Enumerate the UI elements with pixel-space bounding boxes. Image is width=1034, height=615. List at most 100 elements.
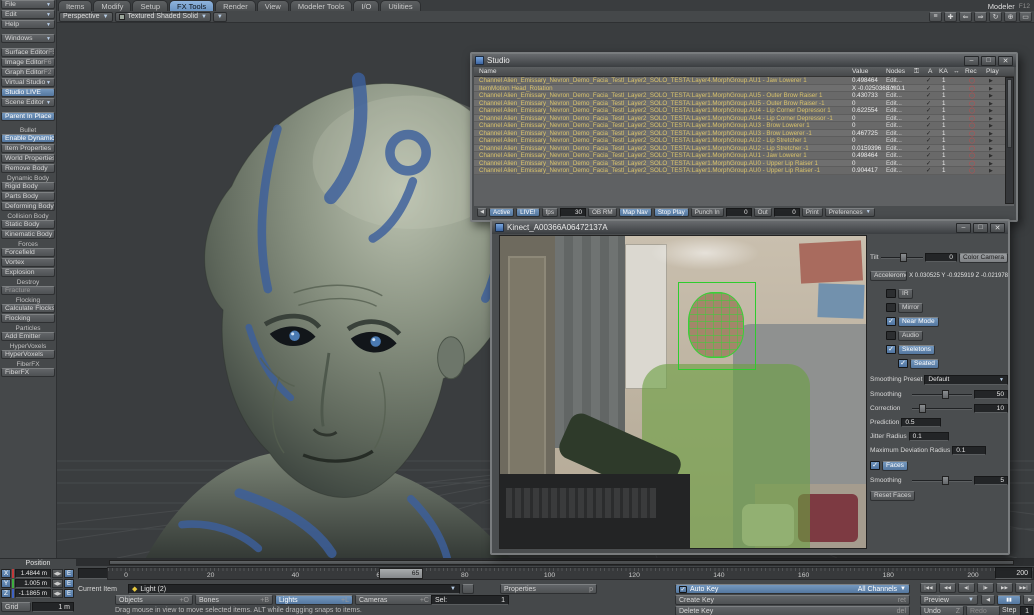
studio-print-button[interactable]: Print (802, 208, 823, 217)
channel-nodes-edit[interactable]: Edit... (886, 85, 902, 92)
channel-nodes-edit[interactable]: Edit... (886, 92, 902, 99)
go-end-button[interactable]: ▶▶| (1015, 583, 1032, 593)
channel-nodes-edit[interactable]: Edit... (886, 152, 902, 159)
faces-smoothing-value-field[interactable]: 5 (974, 476, 1008, 485)
properties-button[interactable]: Properties p (500, 584, 597, 594)
sidebar-item-parts-body[interactable]: Parts Body (1, 192, 55, 201)
active-check-icon[interactable]: ✓ (926, 92, 931, 99)
sidebar-item-remove-body[interactable]: Remove Body (1, 164, 55, 173)
timeline-scroll-track[interactable] (57, 559, 1034, 566)
smoothing-value-field[interactable]: 50 (974, 390, 1008, 399)
sidebar-item-world-properties[interactable]: World Properties (1, 154, 55, 163)
channel-row[interactable]: Channel Alien_Emissary_Nevron_Demo_Facia… (474, 115, 1014, 123)
shading-mode-dropdown[interactable]: Textured Shaded Solid ▼ (115, 12, 211, 22)
pause-button[interactable]: ▮▮ (997, 595, 1021, 605)
lights-button[interactable]: Lights+L (275, 595, 353, 605)
shading-options-dropdown[interactable]: ▼ (213, 12, 227, 22)
tilt-slider[interactable] (881, 257, 923, 259)
sidebar-item-kinematic-body[interactable]: Kinematic Body (1, 230, 55, 239)
channel-nodes-edit[interactable]: Edit... (886, 107, 902, 114)
channel-nodes-edit[interactable]: Edit... (886, 115, 902, 122)
spinner-icon[interactable]: ◀▶ (52, 589, 63, 598)
timeline-ruler[interactable]: 02040608010012014016018020065 (107, 567, 1034, 580)
sidebar-item-parent-in-place[interactable]: Parent In Place (1, 112, 55, 121)
channel-row[interactable]: Channel Alien_Emissary_Nevron_Demo_Facia… (474, 100, 1014, 108)
faces-smoothing-slider[interactable] (912, 480, 972, 482)
menu-tab-setup[interactable]: Setup (132, 0, 168, 11)
modeler-button[interactable]: Modeler (988, 2, 1015, 11)
play-button[interactable]: ▶ (1023, 595, 1034, 605)
sidebar-menu-edit[interactable]: Edit▼ (1, 10, 55, 19)
create-key-button[interactable]: Create Key ret (675, 595, 910, 605)
channel-row[interactable]: Channel Alien_Emissary_Nevron_Demo_Facia… (474, 77, 1014, 85)
active-check-icon[interactable]: ✓ (926, 167, 931, 174)
skeletons-toggle[interactable]: Skeletons (898, 345, 935, 355)
sidebar-item-add-emitter[interactable]: Add Emitter (1, 332, 55, 341)
sidebar-item-hypervoxels[interactable]: HyperVoxels (1, 350, 55, 359)
delete-key-button[interactable]: Delete Key del (675, 606, 910, 615)
studio-titlebar[interactable]: Studio – □ ✕ (472, 54, 1016, 67)
menu-tab-fx-tools[interactable]: FX Tools (169, 0, 214, 11)
scroll-left-icon[interactable]: ◀ (477, 208, 487, 217)
channel-nodes-edit[interactable]: Edit... (886, 160, 902, 167)
pan-icon[interactable]: ✚ (944, 12, 957, 22)
next-frame-button[interactable]: |▶ (977, 583, 994, 593)
sidebar-menu-help[interactable]: Help▼ (1, 20, 55, 29)
menu-tab-i-o[interactable]: I/O (353, 0, 379, 11)
channel-row[interactable]: Channel Alien_Emissary_Nevron_Demo_Facia… (474, 145, 1014, 153)
channel-row[interactable]: Channel Alien_Emissary_Nevron_Demo_Facia… (474, 130, 1014, 138)
studio-0-button[interactable]: 0 (726, 208, 752, 217)
menu-tab-modify[interactable]: Modify (93, 0, 131, 11)
audio-checkbox[interactable] (886, 331, 896, 340)
correction-value-field[interactable]: 10 (974, 404, 1008, 413)
close-button[interactable]: ✕ (998, 56, 1013, 66)
audio-toggle[interactable]: Audio (898, 331, 923, 341)
sidebar-item-surface-editor[interactable]: Surface EditorF5 (1, 48, 55, 57)
sidebar-item-enable-dynamics[interactable]: Enable Dynamics (1, 134, 55, 143)
rotate-icon[interactable]: ↻ (989, 12, 1002, 22)
arrow-right-icon[interactable]: ⇒ (974, 12, 987, 22)
view-mode-dropdown[interactable]: Perspective ▼ (59, 12, 113, 22)
sidebar-item-deforming-body[interactable]: Deforming Body (1, 202, 55, 211)
color-camera-button[interactable]: Color Camera (959, 253, 1008, 263)
smoothing-slider[interactable] (912, 394, 972, 396)
studio-stop-play-button[interactable]: Stop Play (654, 208, 689, 217)
auto-key-button[interactable]: ✓ Auto Key All Channels ▼ (675, 584, 910, 594)
envelope-button[interactable]: E (64, 569, 74, 578)
play-icon[interactable]: ▶ (989, 168, 993, 175)
studio-map-nav-button[interactable]: Map Nav (619, 208, 652, 217)
seated-checkbox[interactable]: ✓ (898, 359, 908, 368)
correction-slider[interactable] (912, 408, 972, 410)
spinner-icon[interactable]: ◀▶ (52, 579, 63, 588)
prev-frame-button[interactable]: ◀| (958, 583, 975, 593)
pointer-icon[interactable]: ▭ (1019, 12, 1032, 22)
faces-toggle[interactable]: Faces (882, 461, 908, 471)
studio-fps-button[interactable]: fps (542, 208, 558, 217)
skeletons-checkbox[interactable]: ✓ (886, 345, 896, 354)
sidebar-item-explosion[interactable]: Explosion (1, 268, 55, 277)
active-check-icon[interactable]: ✓ (926, 115, 931, 122)
minimize-button[interactable]: – (964, 56, 979, 66)
sidebar-item-virtual-studio[interactable]: Virtual Studio▼ (1, 78, 55, 87)
item-list-button[interactable] (462, 584, 474, 594)
sidebar-item-flocking[interactable]: Flocking (1, 314, 55, 323)
menu-tab-items[interactable]: Items (58, 0, 92, 11)
sidebar-item-scene-editor[interactable]: Scene Editor▼ (1, 98, 55, 107)
smoothing-preset-dropdown[interactable]: Default▼ (924, 375, 1008, 385)
maximize-button[interactable]: □ (981, 56, 996, 66)
channel-row[interactable]: Channel Alien_Emissary_Nevron_Demo_Facia… (474, 122, 1014, 130)
sidebar-menu-file[interactable]: File▼ (1, 0, 55, 9)
record-icon[interactable]: ◯ (969, 168, 975, 175)
studio-punch-in-button[interactable]: Punch In (691, 208, 724, 217)
tilt-value-field[interactable]: 0 (925, 253, 957, 262)
active-check-icon[interactable]: ✓ (926, 107, 931, 114)
timeline-scroll-thumb[interactable] (109, 560, 1014, 565)
sidebar-item-graph-editor[interactable]: Graph EditorF2 (1, 68, 55, 77)
active-check-icon[interactable]: ✓ (926, 100, 931, 107)
active-check-icon[interactable]: ✓ (926, 77, 931, 84)
channel-row[interactable]: Channel Alien_Emissary_Nevron_Demo_Facia… (474, 160, 1014, 168)
menu-tab-modeler-tools[interactable]: Modeler Tools (290, 0, 353, 11)
studio-30-button[interactable]: 30 (560, 208, 586, 217)
prev-key-button[interactable]: ◀◀ (939, 583, 956, 593)
sidebar-item-image-editor[interactable]: Image EditorF6 (1, 58, 55, 67)
